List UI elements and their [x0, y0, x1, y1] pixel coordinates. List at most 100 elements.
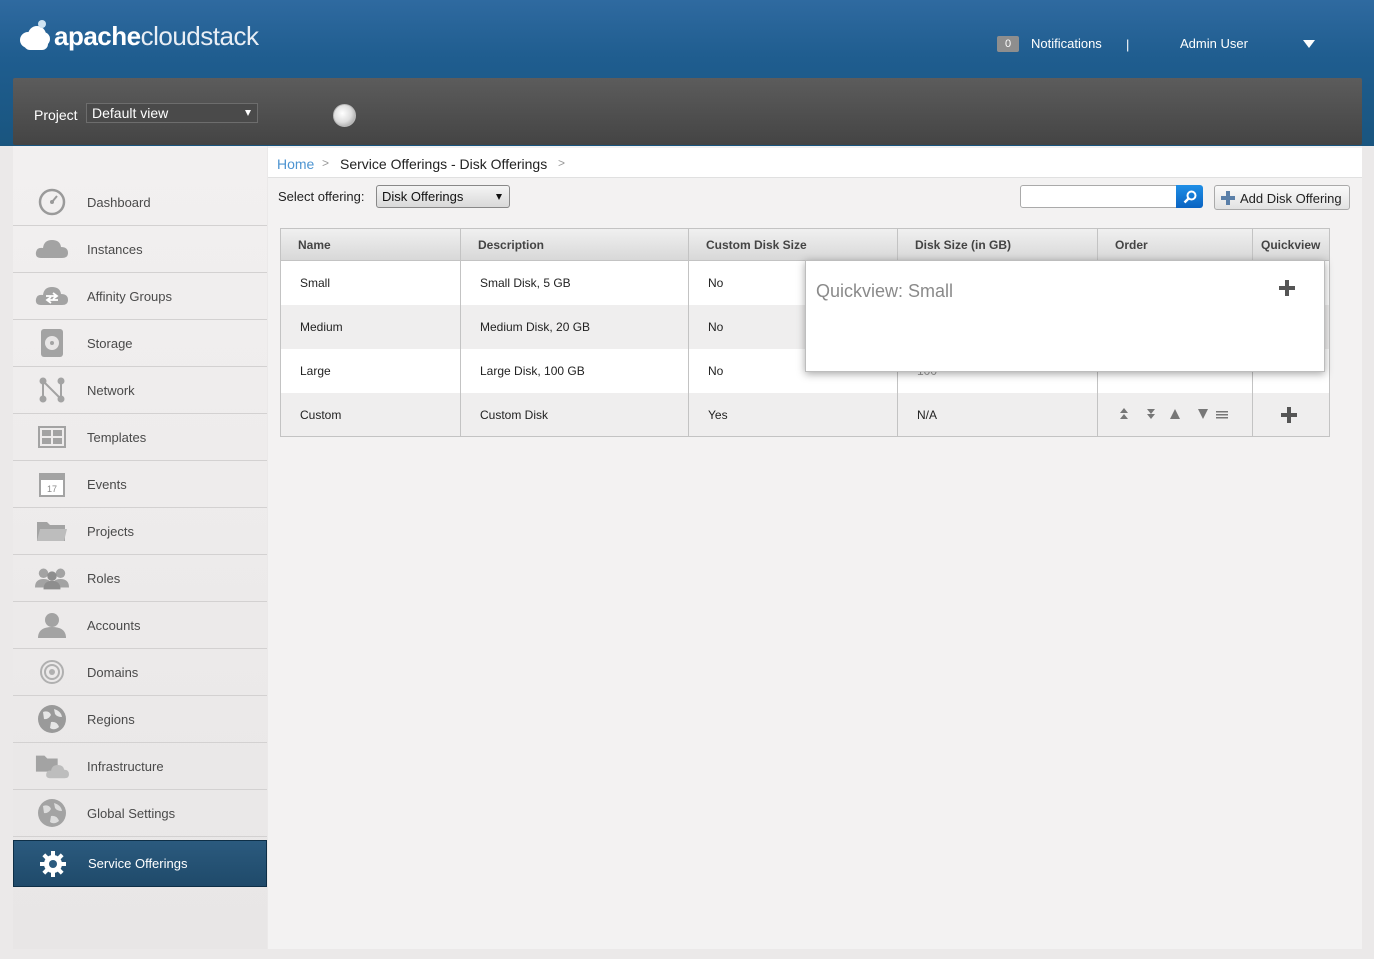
- move-down-icon[interactable]: [1197, 408, 1209, 423]
- sidebar-item-label: Storage: [87, 335, 133, 351]
- sidebar-item-label: Global Settings: [87, 805, 176, 821]
- domains-icon: [35, 657, 69, 687]
- sidebar-item-label: Accounts: [87, 617, 141, 633]
- drag-handle-icon[interactable]: [1216, 408, 1228, 423]
- plus-icon: [1221, 191, 1235, 208]
- notifications-link[interactable]: Notifications: [1031, 36, 1102, 51]
- calendar-icon: 17: [35, 469, 69, 499]
- cell-description: Large Disk, 100 GB: [461, 349, 689, 393]
- globe-icon[interactable]: [333, 104, 356, 127]
- sidebar-item-network[interactable]: Network: [13, 367, 267, 414]
- breadcrumb-home-link[interactable]: Home: [277, 156, 314, 172]
- sidebar-item-infrastructure[interactable]: Infrastructure: [13, 743, 267, 790]
- affinity-icon: [35, 281, 69, 311]
- sidebar-item-events[interactable]: 17 Events: [13, 461, 267, 508]
- chevron-down-icon[interactable]: [1303, 40, 1315, 48]
- sidebar-item-accounts[interactable]: Accounts: [13, 602, 267, 649]
- project-label: Project: [34, 107, 78, 123]
- calendar-day-text: 17: [47, 484, 57, 494]
- templates-icon: [35, 422, 69, 452]
- column-header-disk-size[interactable]: Disk Size (in GB): [898, 229, 1098, 260]
- offering-type-select[interactable]: Disk Offerings: [376, 185, 510, 208]
- cell-description: Custom Disk: [461, 393, 689, 437]
- sidebar-item-label: Infrastructure: [87, 758, 164, 774]
- sidebar-item-affinity-groups[interactable]: Affinity Groups: [13, 273, 267, 320]
- dashboard-icon: [35, 187, 69, 217]
- header-separator: |: [1126, 37, 1130, 52]
- sidebar-item-roles[interactable]: Roles: [13, 555, 267, 602]
- sidebar-item-label: Events: [87, 476, 127, 492]
- sidebar-item-label: Service Offerings: [88, 856, 188, 871]
- column-header-description[interactable]: Description: [461, 229, 689, 260]
- sidebar-item-storage[interactable]: Storage: [13, 320, 267, 367]
- table-row[interactable]: Custom Custom Disk Yes N/A: [280, 393, 1330, 437]
- sidebar-item-domains[interactable]: Domains: [13, 649, 267, 696]
- search-icon: [1183, 190, 1196, 203]
- project-select[interactable]: Default view: [86, 103, 258, 123]
- sidebar-item-instances[interactable]: Instances: [13, 226, 267, 273]
- sidebar-item-global-settings[interactable]: Global Settings: [13, 790, 267, 837]
- cell-custom: Yes: [689, 393, 898, 437]
- select-offering-label: Select offering:: [278, 189, 365, 204]
- project-bar: Project Default view: [13, 78, 1362, 145]
- sidebar-item-label: Domains: [87, 664, 139, 680]
- cloud-logo-icon: [18, 20, 52, 52]
- column-header-custom-disk-size[interactable]: Custom Disk Size: [689, 229, 898, 260]
- sidebar-item-service-offerings[interactable]: Service Offerings: [13, 840, 267, 887]
- breadcrumb: Home > Service Offerings - Disk Offering…: [268, 148, 1362, 178]
- cell-name[interactable]: Medium: [281, 305, 461, 349]
- search-input[interactable]: [1020, 185, 1177, 208]
- roles-icon: [35, 563, 69, 593]
- order-controls: [1099, 408, 1254, 422]
- add-disk-offering-button[interactable]: Add Disk Offering: [1214, 185, 1350, 210]
- sidebar-item-label: Roles: [87, 570, 121, 586]
- sidebar-item-dashboard[interactable]: Dashboard: [13, 179, 267, 226]
- notifications-count-badge[interactable]: 0: [997, 36, 1019, 52]
- move-up-icon[interactable]: [1169, 408, 1181, 423]
- logo-text-apache: apache: [54, 20, 141, 51]
- sidebar-item-label: Instances: [87, 241, 143, 257]
- cell-name[interactable]: Large: [281, 349, 461, 393]
- settings-globe-icon: [35, 798, 69, 828]
- sidebar-item-label: Affinity Groups: [87, 288, 173, 304]
- search-button[interactable]: [1176, 185, 1203, 208]
- chevron-down-icon: [245, 110, 251, 116]
- cell-name[interactable]: Custom: [281, 393, 461, 437]
- cell-size: N/A: [898, 393, 1098, 437]
- sidebar-nav: Dashboard Instances Affinity Groups Stor…: [13, 146, 267, 949]
- sidebar-item-templates[interactable]: Templates: [13, 414, 267, 461]
- breadcrumb-separator: >: [322, 156, 330, 170]
- cell-name[interactable]: Small: [281, 261, 461, 305]
- gear-icon: [36, 849, 70, 879]
- add-disk-offering-label: Add Disk Offering: [1240, 191, 1342, 206]
- project-select-value: Default view: [92, 105, 169, 121]
- column-header-quickview: Quickview: [1261, 238, 1321, 252]
- table-header: Name Description Custom Disk Size Disk S…: [280, 228, 1330, 261]
- quickview-plus-icon[interactable]: [1281, 407, 1297, 426]
- user-menu-label[interactable]: Admin User: [1180, 36, 1248, 51]
- breadcrumb-current[interactable]: Service Offerings - Disk Offerings: [340, 156, 547, 172]
- quickview-popup[interactable]: Quickview: Small: [805, 260, 1325, 372]
- logo-text-cloudstack: cloudstack: [140, 20, 259, 51]
- sidebar-item-label: Network: [87, 382, 135, 398]
- network-icon: [35, 375, 69, 405]
- column-header-name[interactable]: Name: [281, 229, 461, 260]
- breadcrumb-separator: >: [558, 156, 566, 170]
- offering-type-value: Disk Offerings: [382, 189, 464, 204]
- sidebar-item-label: Projects: [87, 523, 134, 539]
- storage-icon: [35, 328, 69, 358]
- folder-icon: [35, 516, 69, 546]
- globe-icon: [35, 704, 69, 734]
- cloud-icon: [35, 234, 69, 264]
- chevron-down-icon: [496, 194, 502, 200]
- cloudstack-logo[interactable]: apachecloudstack: [18, 20, 259, 52]
- cell-description: Medium Disk, 20 GB: [461, 305, 689, 349]
- user-icon: [35, 610, 69, 640]
- move-bottom-icon[interactable]: [1146, 408, 1156, 423]
- quickview-plus-icon[interactable]: [1279, 280, 1295, 299]
- sidebar-item-label: Regions: [87, 711, 135, 727]
- quickview-title: Quickview: Small: [816, 281, 954, 301]
- move-top-icon[interactable]: [1119, 408, 1129, 423]
- sidebar-item-projects[interactable]: Projects: [13, 508, 267, 555]
- sidebar-item-regions[interactable]: Regions: [13, 696, 267, 743]
